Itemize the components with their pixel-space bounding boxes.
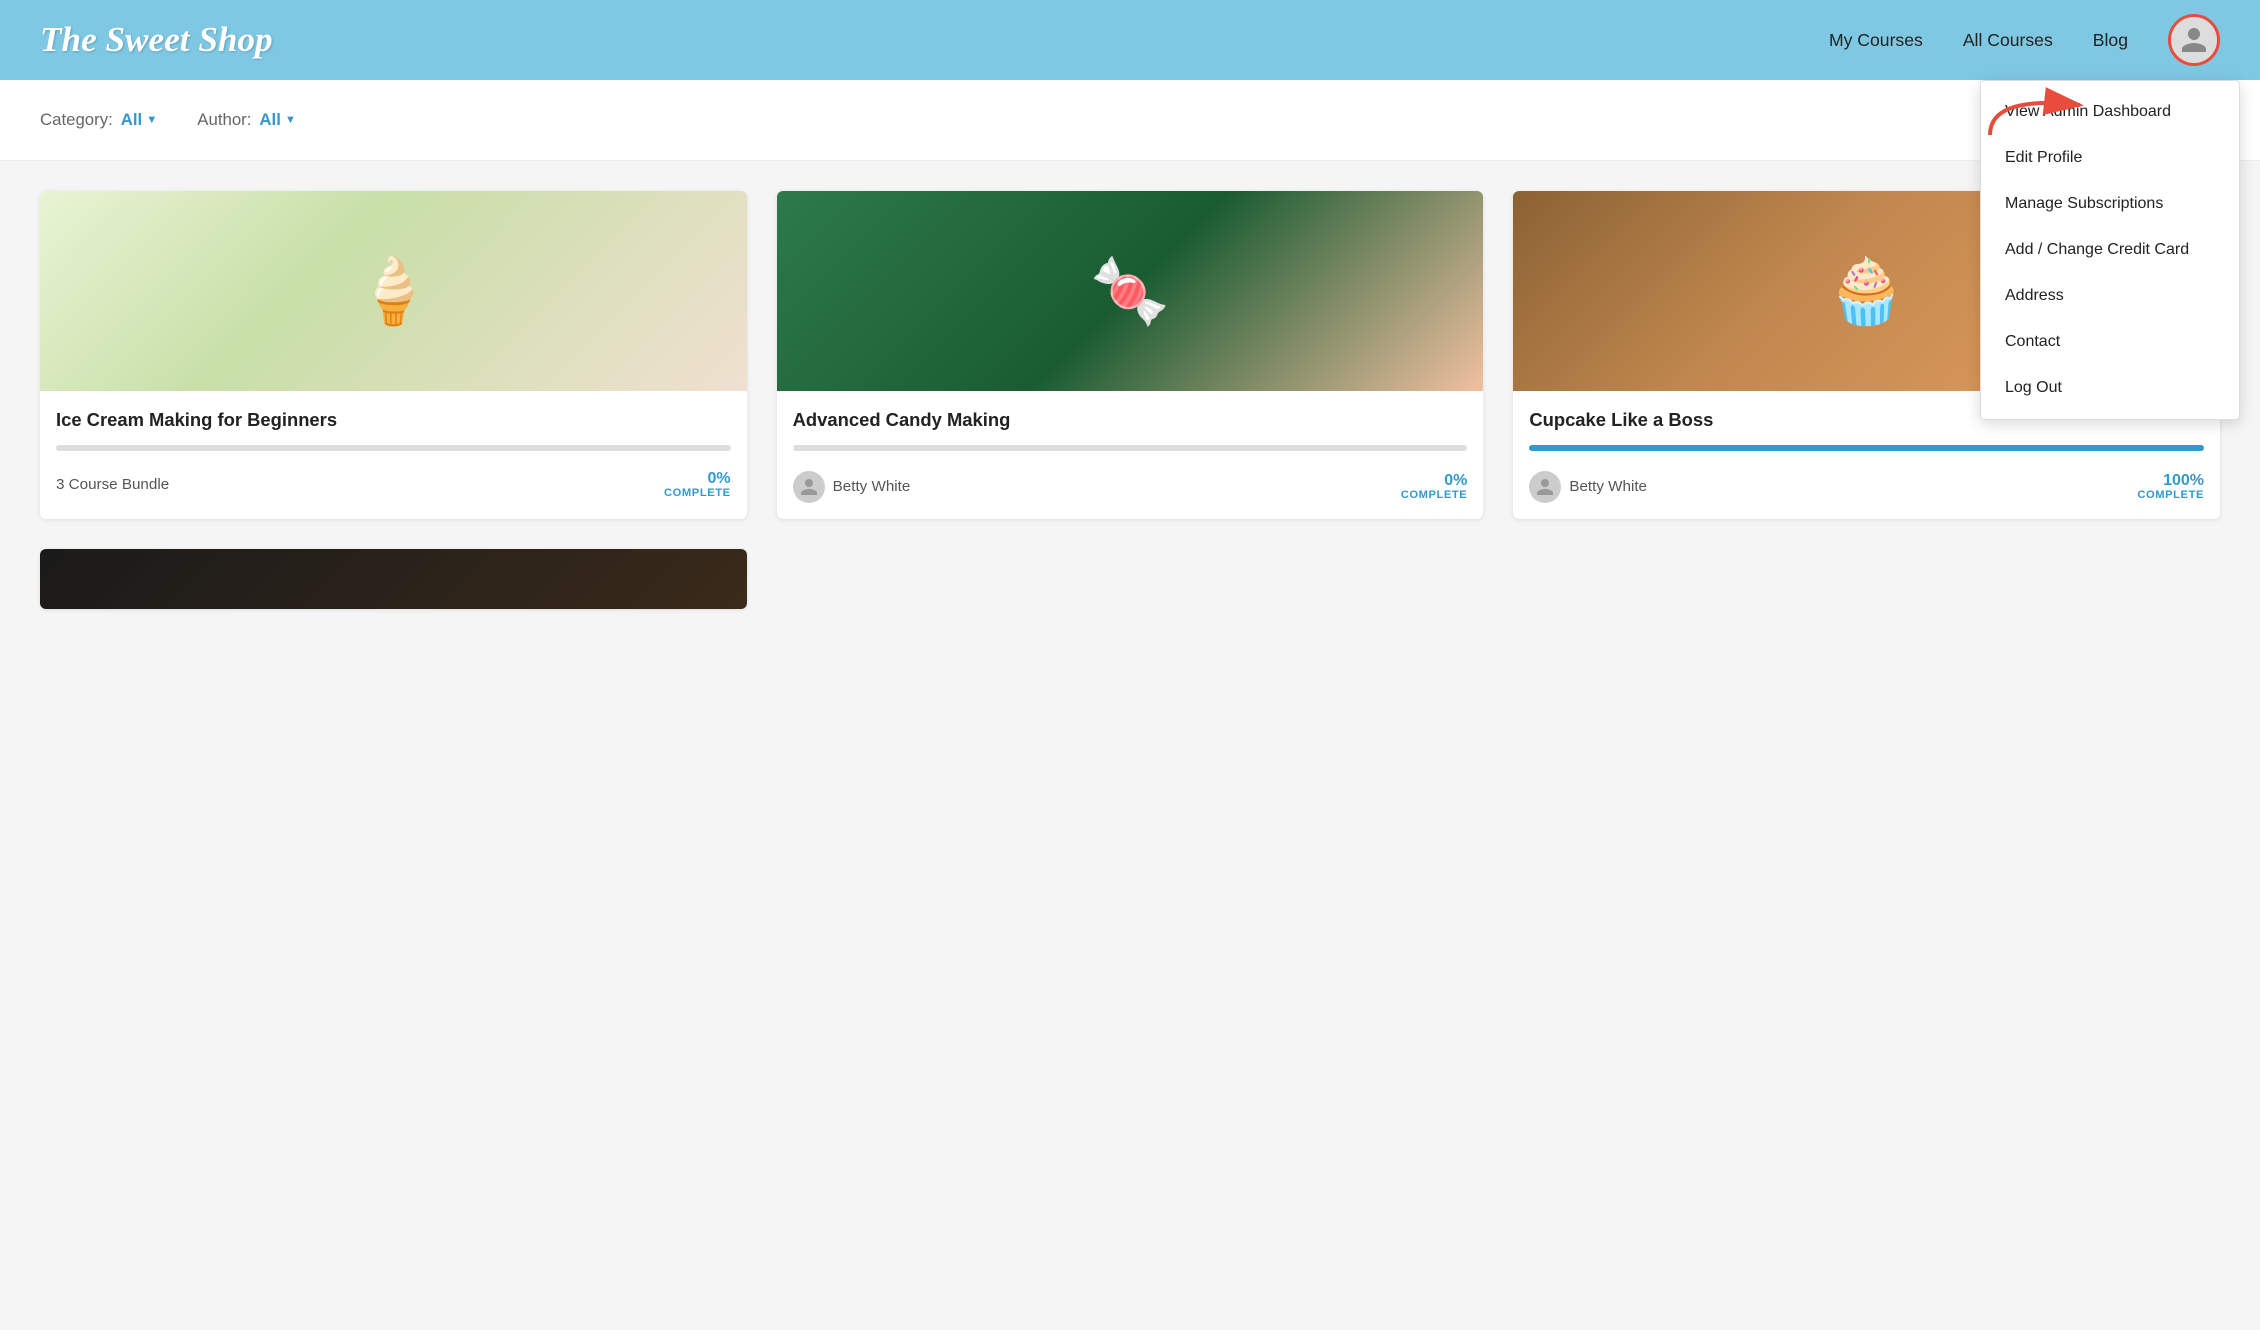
- author-avatar-candy: [793, 471, 825, 503]
- complete-badge-candy: 0% COMPLETE: [1401, 473, 1468, 501]
- thumbnail-emoji: 🧁: [1827, 254, 1907, 329]
- progress-bar-bg-candy: [793, 445, 1468, 451]
- progress-bar-bg-cupcake: [1529, 445, 2204, 451]
- dropdown-address[interactable]: Address: [1981, 273, 2239, 319]
- course-title-ice-cream: Ice Cream Making for Beginners: [56, 407, 731, 433]
- arrow-indicator: [1980, 85, 2100, 145]
- category-dropdown[interactable]: All: [121, 110, 158, 130]
- course-info-candy: Advanced Candy Making Betty White: [777, 391, 1484, 519]
- category-filter: Category: All: [40, 110, 157, 130]
- site-logo: The Sweet Shop: [40, 20, 273, 60]
- courses-grid: 🍦 Ice Cream Making for Beginners 3 Cours…: [40, 191, 2220, 519]
- main-nav: My Courses All Courses Blog: [1829, 14, 2220, 66]
- complete-pct: 0%: [664, 471, 731, 487]
- user-icon: [2179, 25, 2209, 55]
- filters-bar: Category: All Author: All: [0, 80, 2260, 161]
- dropdown-logout[interactable]: Log Out: [1981, 365, 2239, 411]
- progress-bar-bg-ice-cream: [56, 445, 731, 451]
- author-label: Author:: [197, 110, 251, 130]
- complete-badge-ice-cream: 0% COMPLETE: [664, 471, 731, 499]
- main-content: 🍦 Ice Cream Making for Beginners 3 Cours…: [0, 161, 2260, 639]
- complete-text: COMPLETE: [2137, 489, 2204, 501]
- site-header: The Sweet Shop My Courses All Courses Bl…: [0, 0, 2260, 80]
- author-name-candy: Betty White: [833, 478, 911, 495]
- course-thumbnail-partial: [40, 549, 747, 609]
- complete-badge-cupcake: 100% COMPLETE: [2137, 473, 2204, 501]
- author-avatar-cupcake: [1529, 471, 1561, 503]
- complete-pct: 100%: [2137, 473, 2204, 489]
- course-thumbnail-candy: 🍬: [777, 191, 1484, 391]
- thumbnail-emoji: 🍦: [353, 254, 433, 329]
- nav-all-courses[interactable]: All Courses: [1963, 30, 2053, 51]
- nav-blog[interactable]: Blog: [2093, 30, 2128, 51]
- course-author-candy: Betty White: [793, 471, 911, 503]
- category-label: Category:: [40, 110, 113, 130]
- course-thumbnail-ice-cream: 🍦: [40, 191, 747, 391]
- course-meta-ice-cream: 3 Course Bundle 0% COMPLETE: [56, 471, 731, 499]
- course-card-candy[interactable]: 🍬 Advanced Candy Making Betty White: [777, 191, 1484, 519]
- author-icon: [1535, 477, 1555, 497]
- courses-grid-row2: [40, 549, 2220, 609]
- arrow-svg: [1980, 85, 2100, 145]
- course-author-cupcake: Betty White: [1529, 471, 1647, 503]
- dropdown-contact[interactable]: Contact: [1981, 319, 2239, 365]
- author-dropdown[interactable]: All: [259, 110, 296, 130]
- course-meta-candy: Betty White 0% COMPLETE: [793, 471, 1468, 503]
- author-name-cupcake: Betty White: [1569, 478, 1647, 495]
- course-card-ice-cream[interactable]: 🍦 Ice Cream Making for Beginners 3 Cours…: [40, 191, 747, 519]
- course-info-ice-cream: Ice Cream Making for Beginners 3 Course …: [40, 391, 747, 515]
- progress-bar-fill-cupcake: [1529, 445, 2204, 451]
- bundle-label: 3 Course Bundle: [56, 476, 169, 493]
- author-filter: Author: All: [197, 110, 296, 130]
- course-title-candy: Advanced Candy Making: [793, 407, 1468, 433]
- complete-text: COMPLETE: [1401, 489, 1468, 501]
- thumbnail-emoji: 🍬: [1090, 254, 1170, 329]
- complete-pct: 0%: [1401, 473, 1468, 489]
- author-icon: [799, 477, 819, 497]
- nav-my-courses[interactable]: My Courses: [1829, 30, 1923, 51]
- dropdown-credit-card[interactable]: Add / Change Credit Card: [1981, 227, 2239, 273]
- course-meta-cupcake: Betty White 100% COMPLETE: [1529, 471, 2204, 503]
- user-avatar-button[interactable]: [2168, 14, 2220, 66]
- dropdown-manage-subscriptions[interactable]: Manage Subscriptions: [1981, 181, 2239, 227]
- course-card-partial[interactable]: [40, 549, 747, 609]
- complete-text: COMPLETE: [664, 487, 731, 499]
